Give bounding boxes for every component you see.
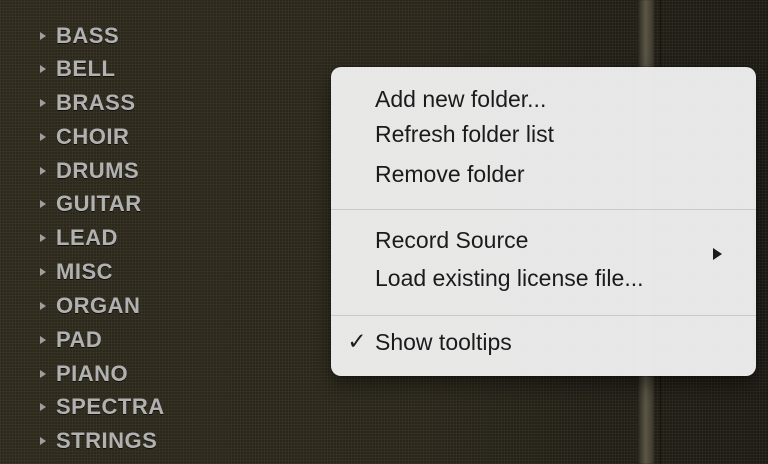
folder-label: PAD: [56, 327, 103, 352]
folder-item-spectra[interactable]: SPECTRA: [38, 390, 328, 424]
disclosure-triangle-icon: [38, 166, 48, 176]
folder-label: BRASS: [56, 90, 136, 115]
menu-item-show-tooltips[interactable]: ✓ Show tooltips: [347, 326, 512, 358]
menu-item-refresh-folder-list[interactable]: Refresh folder list: [375, 118, 554, 150]
folder-label: PIANO: [56, 361, 129, 386]
folder-item-drums[interactable]: DRUMS: [38, 154, 328, 188]
folder-label: CHOIR: [56, 124, 130, 149]
disclosure-triangle-icon: [38, 436, 48, 446]
disclosure-triangle-icon: [38, 335, 48, 345]
folder-item-bell[interactable]: BELL: [38, 52, 328, 86]
folder-label: GUITAR: [56, 191, 142, 216]
folder-item-choir[interactable]: CHOIR: [38, 120, 328, 154]
disclosure-triangle-icon: [38, 369, 48, 379]
menu-item-label: Load existing license file...: [375, 264, 644, 291]
menu-item-add-new-folder[interactable]: Add new folder...: [375, 83, 546, 115]
disclosure-triangle-icon: [38, 267, 48, 277]
menu-separator: [331, 209, 756, 210]
menu-item-label: Refresh folder list: [375, 120, 554, 147]
menu-item-load-existing-license-file[interactable]: Load existing license file...: [375, 262, 644, 294]
menu-item-label: Remove folder: [375, 160, 525, 187]
menu-item-label: Show tooltips: [375, 328, 512, 355]
folder-item-pad[interactable]: PAD: [38, 323, 328, 357]
folder-label: SPECTRA: [56, 394, 165, 419]
context-menu: Add new folder... Refresh folder list Re…: [331, 67, 756, 376]
menu-item-remove-folder[interactable]: Remove folder: [375, 158, 525, 190]
disclosure-triangle-icon: [38, 98, 48, 108]
disclosure-triangle-icon: [38, 31, 48, 41]
disclosure-triangle-icon: [38, 233, 48, 243]
folder-item-lead[interactable]: LEAD: [38, 221, 328, 255]
folder-item-bass[interactable]: BASS: [38, 19, 328, 53]
disclosure-triangle-icon: [38, 301, 48, 311]
folder-item-guitar[interactable]: GUITAR: [38, 187, 328, 221]
folder-item-misc[interactable]: MISC: [38, 255, 328, 289]
menu-separator: [331, 315, 756, 316]
folder-label: BELL: [56, 56, 116, 81]
folder-label: ORGAN: [56, 293, 141, 318]
folder-label: BASS: [56, 23, 120, 48]
folder-label: DRUMS: [56, 158, 140, 183]
disclosure-triangle-icon: [38, 199, 48, 209]
checkmark-icon: ✓: [347, 328, 367, 354]
submenu-arrow-icon: [710, 240, 724, 267]
folder-list: BASS BELL BRASS CHOIR DRUMS GUITAR LEAD …: [0, 0, 330, 464]
disclosure-triangle-icon: [38, 64, 48, 74]
disclosure-triangle-icon: [38, 132, 48, 142]
folder-item-organ[interactable]: ORGAN: [38, 289, 328, 323]
folder-label: MISC: [56, 259, 113, 284]
folder-label: STRINGS: [56, 428, 158, 453]
folder-item-piano[interactable]: PIANO: [38, 357, 328, 391]
folder-item-brass[interactable]: BRASS: [38, 86, 328, 120]
folder-label: LEAD: [56, 225, 118, 250]
disclosure-triangle-icon: [38, 402, 48, 412]
menu-item-label: Add new folder...: [375, 85, 547, 112]
folder-item-strings[interactable]: STRINGS: [38, 424, 328, 458]
menu-item-record-source[interactable]: Record Source: [375, 224, 736, 260]
menu-item-label: Record Source: [375, 226, 529, 253]
